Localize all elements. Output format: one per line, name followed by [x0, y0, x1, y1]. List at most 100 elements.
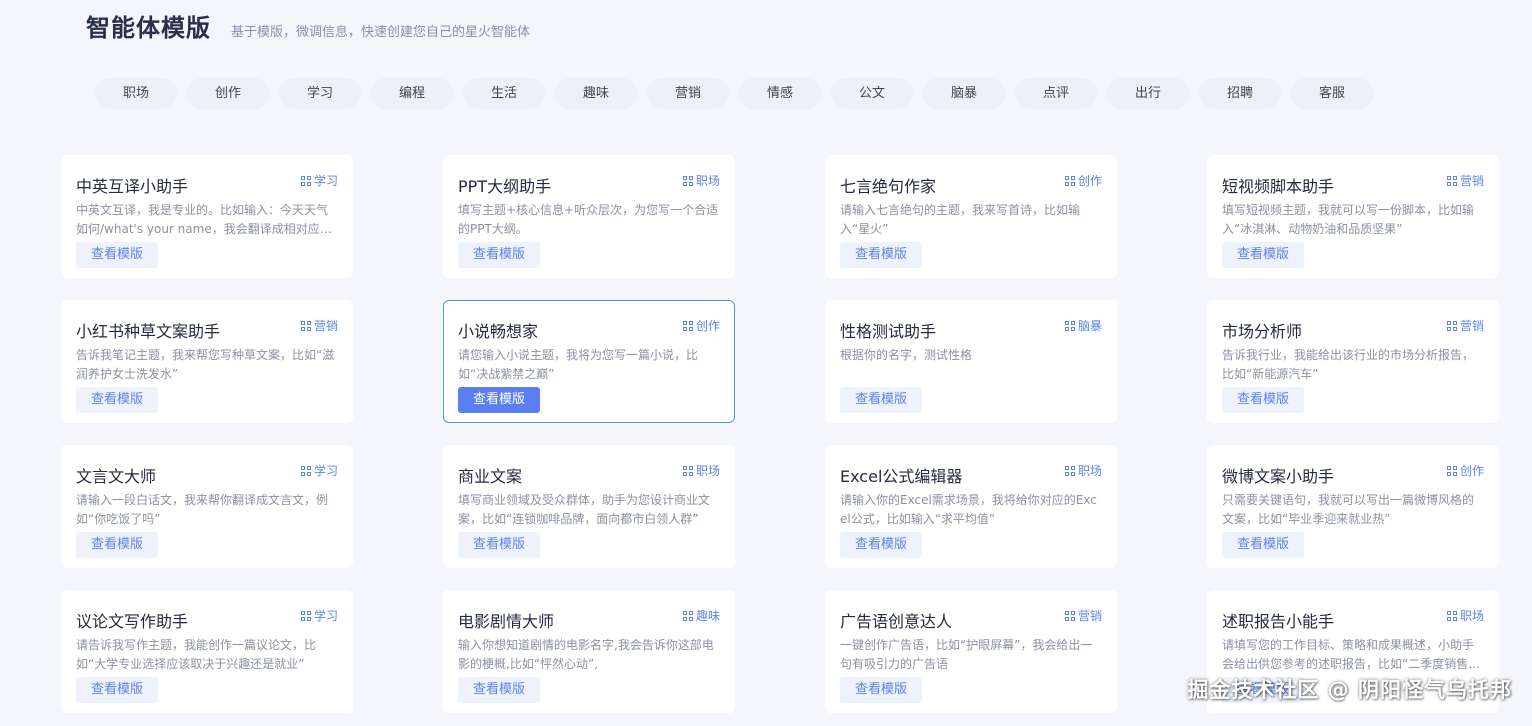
watermark: 掘金技术社区 @ 阴阳怪气乌托邦	[1187, 678, 1512, 702]
card-title: 中英互译小助手	[76, 177, 189, 196]
card-category-tag: 趣味	[682, 607, 720, 624]
card-description: 请告诉我写作主题，我能创作一篇议论文，比如“大学专业选择应该取决于兴趣还是就业”	[76, 638, 317, 671]
category-tab[interactable]: 情感	[739, 78, 821, 109]
view-template-button[interactable]: 查看模版	[458, 532, 540, 558]
view-template-button[interactable]: 查看模版	[1222, 387, 1304, 413]
card-description: 输入你想知道剧情的电影名字,我会告诉你这部电影的梗概,比如“怦然心动”,	[458, 638, 714, 671]
category-tab[interactable]: 客服	[1291, 78, 1373, 109]
card-description: 填写短视频主题，我就可以写一份脚本，比如输入“冰淇淋、动物奶油和品质坚果”	[1222, 203, 1475, 236]
page-subtitle: 基于模版，微调信息，快速创建您自己的星火智能体	[231, 25, 531, 40]
card-description: 中英文互译，我是专业的。比如输入：今天天气如何/what's your name…	[76, 203, 332, 236]
template-card[interactable]: 七言绝句作家 创作 请输入七言绝句的主题，我来写首诗，比如输入“星火” 查看模版	[825, 155, 1117, 278]
card-title: 小红书种草文案助手	[76, 322, 221, 341]
view-template-button[interactable]: 查看模版	[1222, 532, 1304, 558]
card-category-label: 营销	[1077, 609, 1102, 623]
card-category-label: 职场	[695, 464, 720, 478]
card-category-tag: 营销	[1446, 172, 1484, 189]
card-description: 告诉我行业，我能给出该行业的市场分析报告，比如“新能源汽车”	[1222, 348, 1475, 381]
view-template-button[interactable]: 查看模版	[76, 677, 158, 703]
view-template-button[interactable]: 查看模版	[458, 677, 540, 703]
grid-icon	[300, 175, 311, 186]
card-title: 电影剧情大师	[458, 612, 555, 631]
template-card[interactable]: 小红书种草文案助手 营销 告诉我笔记主题，我来帮您写种草文案，比如“滋润养护女士洗发…	[61, 300, 353, 423]
card-category-label: 职场	[1459, 609, 1484, 623]
template-card[interactable]: 微博文案小助手 创作只需要关键语句，我就可以写出一篇微博风格的文案，比如“毕业季迎…	[1207, 445, 1499, 568]
grid-icon	[1446, 465, 1457, 476]
template-card[interactable]: PPT大纲助手 职场 填写主题+核心信息+听众层次，为您写一个合适的PPT大纲。 查看…	[443, 155, 735, 278]
view-template-button[interactable]: 查看模版	[840, 387, 922, 413]
card-category-label: 创作	[695, 319, 720, 333]
grid-icon	[1064, 465, 1075, 476]
grid-icon	[300, 610, 311, 621]
card-description: 一键创作广告语，比如“护眼屏幕”，我会给出一句有吸引力的广告语	[840, 638, 1093, 671]
card-description: 填写商业领域及受众群体，助手为您设计商业文案，比如“连锁咖啡品牌，面向都市白领人…	[458, 493, 711, 526]
category-tab[interactable]: 编程	[371, 78, 453, 109]
card-category-label: 营销	[1459, 174, 1484, 188]
grid-icon	[1064, 610, 1075, 621]
card-description: 请输入一段白话文，我来帮你翻译成文言文，例如“你吃饭了吗”	[76, 493, 329, 526]
template-card[interactable]: 广告语创意达人 营销 一键创作广告语，比如“护眼屏幕”，我会给出一句有吸引力的广告语…	[825, 590, 1117, 713]
view-template-button[interactable]: 查看模版	[458, 387, 540, 413]
template-card[interactable]: Excel公式编辑器 职场 请输入你的Excel需求场景，我将给你对应的Excel公…	[825, 445, 1117, 568]
template-card[interactable]: 文言文大师 学习请输入一段白话文，我来帮你翻译成文言文，例如“你吃饭了吗” 查看模版	[61, 445, 353, 568]
template-card[interactable]: 性格测试助手 脑暴 根据你的名字，测试性格 查看模版	[825, 300, 1117, 423]
card-category-tag: 职场	[1446, 607, 1484, 624]
card-description: 请您输入小说主题，我将为您写一篇小说，比如“决战紫禁之巅”	[458, 348, 699, 381]
category-tab[interactable]: 公文	[831, 78, 913, 109]
category-tab[interactable]: 创作	[187, 78, 269, 109]
category-tab[interactable]: 生活	[463, 78, 545, 109]
grid-icon	[682, 465, 693, 476]
card-title: 小说畅想家	[458, 322, 539, 341]
category-tab[interactable]: 脑暴	[923, 78, 1005, 109]
card-description: 请输入七言绝句的主题，我来写首诗，比如输入“星火”	[840, 203, 1081, 236]
template-card[interactable]: 短视频脚本助手 营销 填写短视频主题，我就可以写一份脚本，比如输入“冰淇淋、动物奶油…	[1207, 155, 1499, 278]
card-category-tag: 学习	[300, 607, 338, 624]
category-tab[interactable]: 出行	[1107, 78, 1189, 109]
card-description: 告诉我笔记主题，我来帮您写种草文案，比如“滋润养护女士洗发水”	[76, 348, 335, 381]
category-tab[interactable]: 职场	[95, 78, 177, 109]
card-category-tag: 学习	[300, 462, 338, 479]
card-description: 根据你的名字，测试性格	[840, 348, 973, 362]
view-template-button[interactable]: 查看模版	[840, 677, 922, 703]
category-tab[interactable]: 招聘	[1199, 78, 1281, 109]
template-card[interactable]: 电影剧情大师 趣味输入你想知道剧情的电影名字,我会告诉你这部电影的梗概,比如“怦然…	[443, 590, 735, 713]
template-card[interactable]: 议论文写作助手 学习 请告诉我写作主题，我能创作一篇议论文，比如“大学专业选择应该取…	[61, 590, 353, 713]
grid-icon	[682, 610, 693, 621]
view-template-button[interactable]: 查看模版	[840, 242, 922, 268]
view-template-button[interactable]: 查看模版	[840, 532, 922, 558]
category-tab[interactable]: 营销	[647, 78, 729, 109]
grid-icon	[682, 320, 693, 331]
card-category-tag: 创作	[1446, 462, 1484, 479]
card-category-tag: 创作	[1064, 172, 1102, 189]
grid-icon	[682, 175, 693, 186]
category-tab[interactable]: 点评	[1015, 78, 1097, 109]
category-tab[interactable]: 趣味	[555, 78, 637, 109]
card-category-label: 创作	[1077, 174, 1102, 188]
view-template-button[interactable]: 查看模版	[76, 242, 158, 268]
card-category-tag: 职场	[682, 462, 720, 479]
card-title: 市场分析师	[1222, 322, 1303, 341]
card-category-label: 营销	[1459, 319, 1484, 333]
view-template-button[interactable]: 查看模版	[76, 387, 158, 413]
grid-icon	[1064, 320, 1075, 331]
template-card[interactable]: 市场分析师 营销告诉我行业，我能给出该行业的市场分析报告，比如“新能源汽车” 查看模…	[1207, 300, 1499, 423]
card-description: 只需要关键语句，我就可以写出一篇微博风格的文案，比如“毕业季迎来就业热”	[1222, 493, 1475, 526]
view-template-button[interactable]: 查看模版	[1222, 242, 1304, 268]
card-category-tag: 创作	[682, 317, 720, 334]
view-template-button[interactable]: 查看模版	[76, 532, 158, 558]
template-card[interactable]: 中英互译小助手 学习中英文互译，我是专业的。比如输入：今天天气如何/what's …	[61, 155, 353, 278]
card-title: 文言文大师	[76, 467, 157, 486]
card-category-label: 学习	[313, 174, 338, 188]
view-template-button[interactable]: 查看模版	[458, 242, 540, 268]
card-description: 请输入你的Excel需求场景，我将给你对应的Excel公式，比如输入“求平均值”	[840, 493, 1097, 526]
category-tab[interactable]: 学习	[279, 78, 361, 109]
card-category-label: 脑暴	[1077, 319, 1102, 333]
template-card[interactable]: 小说畅想家 创作请您输入小说主题，我将为您写一篇小说，比如“决战紫禁之巅” 查看模版	[443, 300, 735, 423]
category-filter-bar: 职场 创作 学习 编程 生活 趣味 营销 情感 公文 脑暴 点评 出行 招聘 客服	[95, 78, 1383, 109]
card-title: 微博文案小助手	[1222, 467, 1335, 486]
card-category-tag: 营销	[1446, 317, 1484, 334]
card-title: PPT大纲助手	[458, 177, 552, 196]
card-category-tag: 职场	[1064, 462, 1102, 479]
template-card[interactable]: 商业文案 职场 填写商业领域及受众群体，助手为您设计商业文案，比如“连锁咖啡品牌，面…	[443, 445, 735, 568]
card-category-label: 学习	[313, 609, 338, 623]
